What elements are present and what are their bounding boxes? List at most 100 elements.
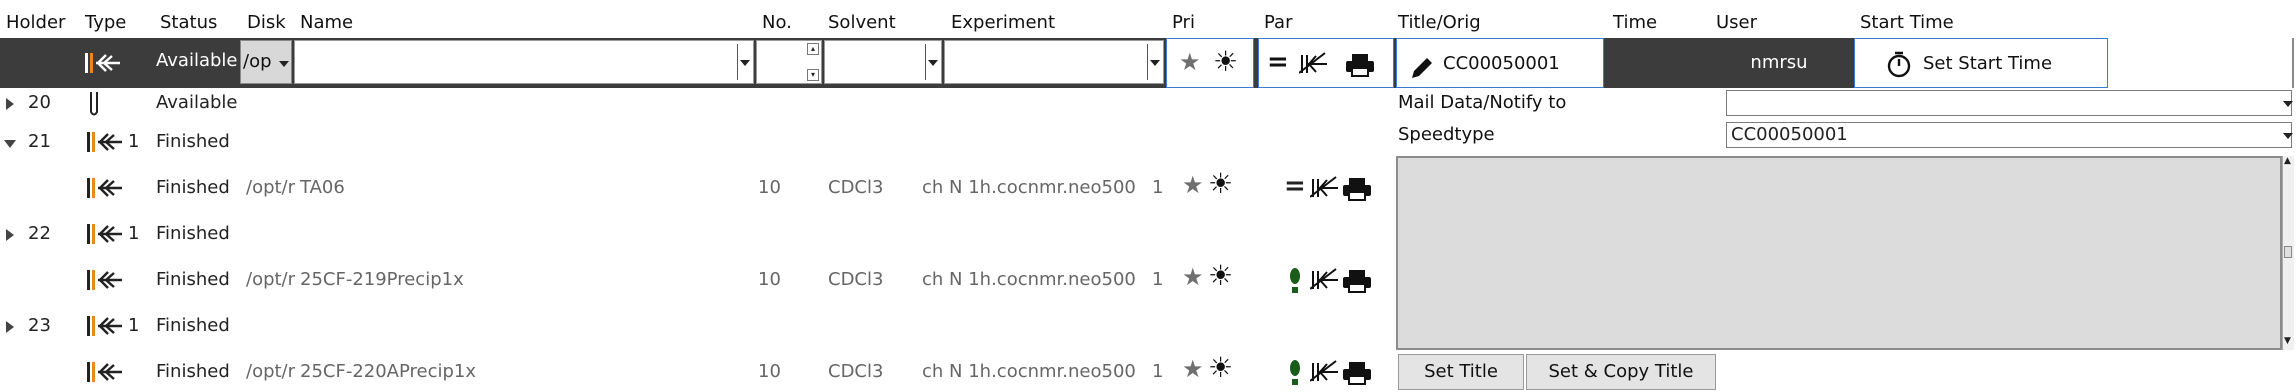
number-filter-spinner[interactable]: ▴ ▾: [756, 40, 822, 84]
printer-icon[interactable]: [1342, 361, 1372, 387]
row-status: Finished: [156, 269, 230, 290]
row-disk: /opt/r: [246, 361, 296, 382]
row-name: 25CF-219Precip1x: [300, 269, 464, 290]
table-row[interactable]: 23 1 Finished: [0, 307, 1394, 347]
vertical-scrollbar[interactable]: ▲ ▼: [2282, 156, 2294, 350]
header-experiment[interactable]: Experiment: [951, 0, 1055, 38]
header-par[interactable]: Par: [1264, 0, 1292, 38]
header-holder[interactable]: Holder: [6, 0, 65, 38]
header-type[interactable]: Type: [85, 0, 126, 38]
time-filter-field[interactable]: [1604, 38, 1704, 88]
header-start-time[interactable]: Start Time: [1860, 0, 1954, 38]
table-row[interactable]: 20 Available: [0, 84, 1394, 124]
solvent-filter-select[interactable]: [824, 40, 942, 84]
header-no[interactable]: No.: [762, 0, 792, 38]
speedtype-value: CC00050001: [1731, 124, 1848, 145]
set-title-button[interactable]: Set Title: [1398, 354, 1524, 390]
crossed-holder-icon[interactable]: [1299, 51, 1329, 77]
header-pri[interactable]: Pri: [1172, 0, 1195, 38]
table-row[interactable]: 21 1 Finished: [0, 123, 1394, 163]
collapse-toggle-icon[interactable]: [4, 140, 16, 148]
equals-icon[interactable]: =: [1267, 47, 1289, 77]
star-icon[interactable]: ★: [1179, 48, 1201, 76]
printer-icon[interactable]: [1345, 53, 1375, 77]
header-status[interactable]: Status: [160, 0, 217, 38]
table-row[interactable]: 22 1 Finished: [0, 215, 1394, 255]
crossed-holder-icon[interactable]: [1310, 359, 1340, 387]
combo-divider: [737, 44, 738, 80]
holder-number: 22: [28, 223, 51, 244]
header-solvent[interactable]: Solvent: [828, 0, 896, 38]
table-row[interactable]: Finished/opt/r TA06 10 CDCl3 ch N 1h.cocnmr.…: [0, 167, 1394, 209]
comment-textarea[interactable]: [1396, 156, 2282, 350]
crossed-holder-icon[interactable]: [1310, 175, 1340, 203]
scroll-up-icon[interactable]: ▲: [2284, 156, 2291, 166]
sun-icon[interactable]: ☀: [1213, 45, 1238, 78]
user-filter-value: nmrsu: [1750, 52, 1808, 73]
speedtype-label: Speedtype: [1398, 124, 1495, 145]
equals-icon[interactable]: =: [1284, 171, 1306, 201]
row-experiment: ch N 1h.cocnmr.neo500: [922, 361, 1136, 382]
scroll-thumb[interactable]: [2284, 246, 2292, 258]
row-priority: 1: [1152, 177, 1164, 198]
title-orig-field[interactable]: CC00050001: [1396, 38, 1604, 88]
row-status: Finished: [156, 131, 230, 152]
expand-toggle-icon[interactable]: [6, 98, 14, 110]
user-filter-field[interactable]: nmrsu: [1704, 38, 1854, 88]
scroll-down-icon[interactable]: ▼: [2284, 336, 2291, 346]
header-name[interactable]: Name: [300, 0, 353, 38]
pencil-icon[interactable]: [1409, 55, 1435, 81]
disk-filter-select[interactable]: /op: [240, 40, 292, 84]
sun-icon[interactable]: ☀: [1208, 167, 1233, 200]
sun-icon[interactable]: ☀: [1208, 351, 1233, 384]
header-title-orig[interactable]: Title/Orig: [1398, 0, 1481, 38]
priority-filter[interactable]: ★ ☀: [1166, 38, 1254, 88]
header-disk[interactable]: Disk: [247, 0, 286, 38]
spin-down-icon[interactable]: ▾: [807, 69, 819, 81]
start-time-label: Set Start Time: [1923, 53, 2053, 74]
holder-count: 1: [128, 131, 140, 152]
row-solvent: CDCl3: [828, 177, 884, 198]
header-user[interactable]: User: [1716, 0, 1757, 38]
parameter-filter[interactable]: =: [1258, 38, 1394, 88]
holder-icon: [87, 270, 122, 290]
expand-toggle-icon[interactable]: [6, 321, 14, 333]
row-priority: 1: [1152, 269, 1164, 290]
holder-icon: [87, 178, 122, 198]
exclamation-icon[interactable]: [1288, 359, 1302, 387]
spin-up-icon[interactable]: ▴: [807, 43, 819, 55]
row-experiment: ch N 1h.cocnmr.neo500: [922, 177, 1136, 198]
star-icon[interactable]: ★: [1182, 171, 1204, 199]
row-priority: 1: [1152, 361, 1164, 382]
chevron-down-icon: [928, 60, 938, 66]
sun-icon[interactable]: ☀: [1208, 259, 1233, 292]
expand-toggle-icon[interactable]: [6, 229, 14, 241]
table-row[interactable]: Finished/opt/r 25CF-220APrecip1x 10 CDCl3 ch…: [0, 351, 1394, 392]
holder-icon: [87, 224, 122, 244]
star-icon[interactable]: ★: [1182, 263, 1204, 291]
name-filter-select[interactable]: [294, 40, 754, 84]
printer-icon[interactable]: [1342, 177, 1372, 203]
experiment-filter-select[interactable]: [944, 40, 1164, 84]
star-icon[interactable]: ★: [1182, 355, 1204, 383]
row-number: 10: [758, 269, 781, 290]
chevron-down-icon: [2283, 133, 2293, 139]
crossed-holder-icon[interactable]: [1310, 267, 1340, 295]
set-start-time-button[interactable]: Set Start Time: [1854, 38, 2108, 88]
row-name: 25CF-220APrecip1x: [300, 361, 477, 382]
holder-icon: [87, 132, 122, 152]
exclamation-icon[interactable]: [1288, 267, 1302, 295]
combo-divider: [925, 44, 926, 80]
set-copy-title-button[interactable]: Set & Copy Title: [1526, 354, 1716, 390]
speedtype-select[interactable]: CC00050001: [1726, 122, 2293, 148]
header-time[interactable]: Time: [1613, 0, 1657, 38]
table-row[interactable]: Finished/opt/r 25CF-219Precip1x 10 CDCl3 ch …: [0, 259, 1394, 301]
row-status: Finished: [156, 223, 230, 244]
row-solvent: CDCl3: [828, 361, 884, 382]
toolbar-status: Available: [156, 50, 238, 71]
holder-count: 1: [128, 223, 140, 244]
printer-icon[interactable]: [1342, 269, 1372, 295]
holder-number: 20: [28, 92, 51, 113]
mail-notify-select[interactable]: [1726, 90, 2293, 116]
row-disk: /opt/r: [246, 269, 296, 290]
